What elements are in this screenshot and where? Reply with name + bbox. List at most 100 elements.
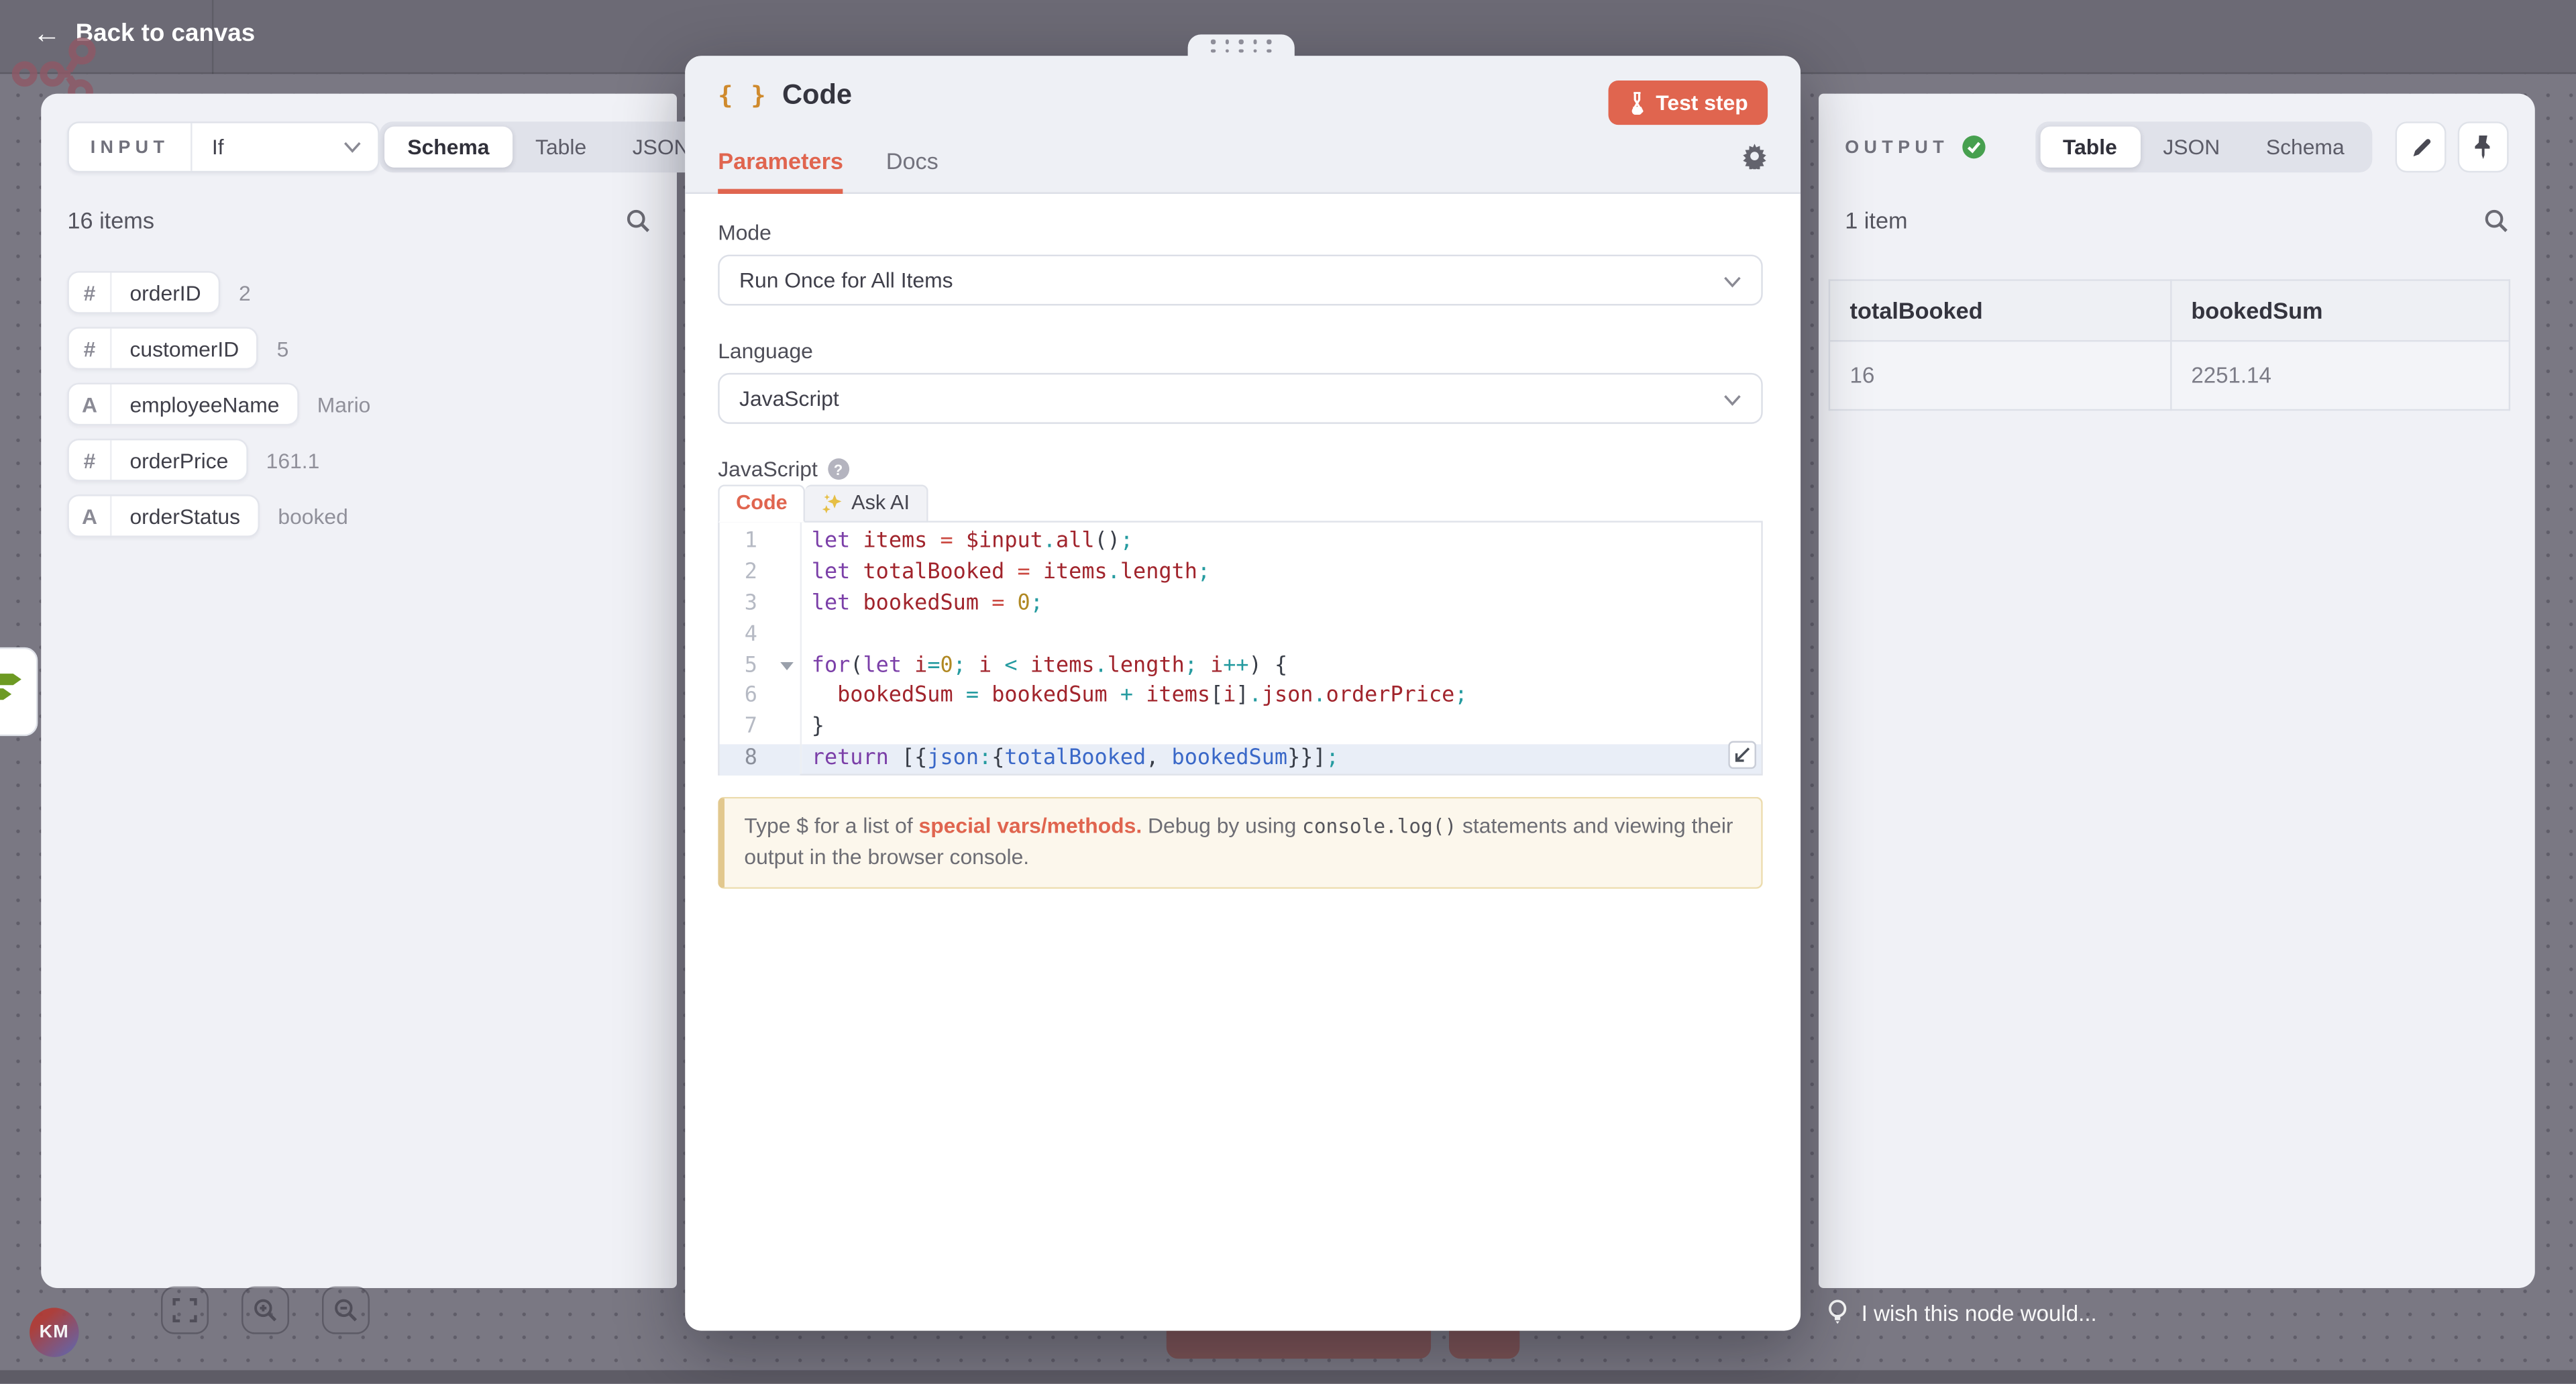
schema-field-row: # orderID 2 [67,271,650,314]
line-number: 3 [720,590,800,621]
field-type-icon: A [69,496,112,536]
tab-docs[interactable]: Docs [886,148,938,192]
schema-field-pill[interactable]: A orderStatus [67,494,260,537]
sparkles-icon [822,493,843,515]
editor-label: JavaScript [718,457,818,482]
pin-icon [2473,135,2494,160]
input-panel: INPUT If SchemaTableJSON 16 items # orde… [41,94,677,1288]
code-editor[interactable]: 12345678 let items = $input.all();let to… [718,521,1763,776]
schema-field-row: A employeeName Mario [67,383,650,426]
gear-icon [1741,143,1768,169]
special-vars-link[interactable]: special vars/methods. [919,813,1142,838]
editor-tab-ask-ai[interactable]: Ask AI [806,484,928,522]
editor-code: let items = $input.all();let totalBooked… [802,523,1761,774]
code-tab-label: Code [736,486,788,521]
editor-expand-button[interactable] [1728,741,1756,769]
field-type-icon: # [69,273,112,313]
test-step-button[interactable]: Test step [1608,81,1768,125]
field-value: 2 [239,280,251,305]
view-tab-schema[interactable]: Schema [384,127,513,168]
zoom-out-icon [333,1298,358,1323]
output-search-button[interactable] [2484,208,2509,233]
input-search-button[interactable] [626,208,651,233]
drag-dots-icon [1212,40,1271,44]
line-number: 6 [720,682,800,713]
field-value: 5 [277,336,289,361]
mode-select[interactable]: Run Once for All Items [718,255,1763,306]
schema-field-pill[interactable]: # orderID [67,271,221,314]
tab-parameters[interactable]: Parameters [718,148,843,194]
editor-gutter: 12345678 [720,523,802,774]
language-value: JavaScript [739,386,839,411]
n8n-node-detail-view: ← Back to canvas INPUT If SchemaTableJSO… [0,0,2576,1383]
code-line: return [{json:{totalBooked, bookedSum}}]… [802,745,1761,774]
output-cell: 16 [1829,341,2171,410]
schema-field-row: A orderStatus booked [67,494,650,537]
output-table: totalBookedbookedSum162251.14 [1829,279,2510,411]
output-items-count: 1 item [1845,207,1907,233]
pin-output-button[interactable] [2458,121,2509,172]
node-feedback-button[interactable]: I wish this node would... [1827,1299,2096,1326]
user-avatar[interactable]: KM [30,1308,78,1356]
modal-drag-handle[interactable] [1188,34,1295,57]
edit-output-button[interactable] [2396,121,2447,172]
node-settings-button[interactable] [1741,143,1768,177]
zoom-to-fit-button[interactable] [161,1287,209,1334]
input-node-selector[interactable]: INPUT If [67,121,379,172]
zoom-to-fit-icon [172,1298,197,1323]
chevron-down-icon [1723,276,1741,287]
field-name: orderStatus [112,496,258,536]
editor-tab-code[interactable]: Code [718,484,805,522]
output-column-header: bookedSum [2171,280,2510,341]
drag-dots-icon [1212,48,1271,52]
schema-field-row: # customerID 5 [67,327,650,370]
if-node-icon-badge[interactable] [0,647,38,736]
input-view-switch: SchemaTableJSON [380,121,718,172]
code-node-modal: { } Code Test step Parameters Docs Mode … [685,56,1801,1330]
field-name: customerID [112,329,258,368]
help-icon[interactable]: ? [828,458,849,480]
output-row: 162251.14 [1829,341,2510,410]
field-name: employeeName [112,384,298,424]
language-select[interactable]: JavaScript [718,373,1763,424]
expand-icon [1733,746,1752,764]
fold-toggle-icon[interactable] [780,661,794,670]
line-number: 7 [720,714,800,745]
search-icon [2484,208,2509,233]
ask-ai-tab-label: Ask AI [851,486,910,521]
if-node-icon [0,667,30,716]
output-cell: 2251.14 [2171,341,2510,410]
code-line: for(let i=0; i < items.length; i++) { [802,651,1761,682]
code-line: let totalBooked = items.length; [802,558,1761,589]
search-icon [626,208,651,233]
view-tab-schema[interactable]: Schema [2243,127,2367,168]
mode-label: Mode [718,220,1763,245]
view-tab-json[interactable]: JSON [2140,127,2243,168]
view-tab-table[interactable]: Table [2040,127,2140,168]
input-node-value: If [193,135,343,160]
code-line: } [802,714,1761,745]
hint-text: Debug by using [1142,813,1302,838]
language-label: Language [718,338,1763,363]
zoom-out-button[interactable] [322,1287,370,1334]
canvas-bottom-edge [0,1370,2576,1383]
schema-field-pill[interactable]: # customerID [67,327,258,370]
obscured-canvas-button [1167,1331,1431,1359]
field-type-icon: # [69,440,112,480]
wish-label: I wish this node would... [1862,1300,2097,1325]
chevron-down-icon [1723,394,1741,406]
test-step-label: Test step [1656,91,1748,115]
zoom-in-button[interactable] [241,1287,289,1334]
field-name: orderPrice [112,440,247,480]
view-tab-table[interactable]: Table [513,127,610,168]
line-number: 8 [720,745,800,776]
code-line: let bookedSum = 0; [802,590,1761,621]
lightbulb-icon [1827,1299,1848,1326]
schema-field-pill[interactable]: # orderPrice [67,439,248,482]
code-node-icon: { } [718,81,767,110]
schema-field-pill[interactable]: A employeeName [67,383,299,426]
code-line: bookedSum = bookedSum + items[i].json.or… [802,682,1761,713]
modal-header: { } Code Test step Parameters Docs [685,56,1801,194]
line-number: 4 [720,621,800,651]
output-label: OUTPUT [1845,137,1949,156]
